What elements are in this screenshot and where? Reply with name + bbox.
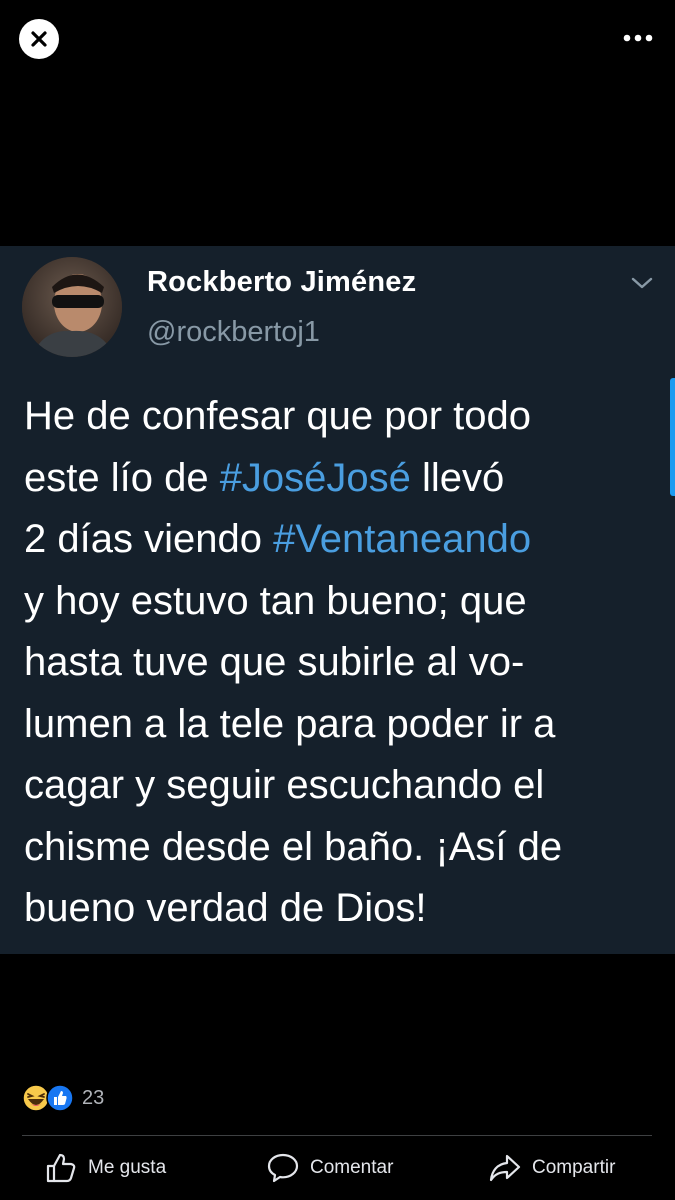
more-options-button[interactable] bbox=[623, 28, 653, 48]
tweet-text-segment: y hoy estuvo tan bueno; que bbox=[24, 578, 527, 623]
tweet-text-line: chisme desde el baño. ¡Así de bbox=[24, 817, 664, 879]
tweet-text-segment: llevó bbox=[410, 455, 505, 500]
tweet-text-segment: chisme desde el baño. ¡Así de bbox=[24, 824, 563, 869]
reaction-count: 23 bbox=[82, 1086, 105, 1109]
tweet-text-segment: hasta tuve que subirle al vo- bbox=[24, 640, 525, 684]
comment-label: Comentar bbox=[310, 1157, 394, 1178]
reactions-summary[interactable]: 23 bbox=[22, 1084, 104, 1112]
close-icon bbox=[31, 31, 47, 47]
like-button[interactable]: Me gusta bbox=[44, 1148, 166, 1188]
tweet-text-segment: este lío de bbox=[24, 455, 220, 500]
tweet-text-line: cagar y seguir escuchando el bbox=[24, 755, 664, 817]
tweet-text-line: lumen a la tele para poder ir a bbox=[24, 694, 664, 756]
tweet-text-line: 2 días viendo #Ventaneando bbox=[24, 509, 664, 571]
close-button[interactable] bbox=[19, 19, 59, 59]
tweet-text-segment: He de confesar que por todo bbox=[24, 394, 532, 438]
chevron-down-icon[interactable] bbox=[629, 272, 655, 294]
tweet-text-line: hasta tuve que subirle al vo- bbox=[24, 632, 664, 694]
author-handle[interactable]: @rockbertoj1 bbox=[147, 316, 320, 349]
more-horizontal-icon bbox=[623, 34, 653, 42]
reaction-icons bbox=[22, 1084, 78, 1112]
tweet-text-line: este lío de #JoséJosé llevó bbox=[24, 448, 664, 510]
hashtag-link[interactable]: #JoséJosé bbox=[220, 456, 411, 500]
author-name[interactable]: Rockberto Jiménez bbox=[147, 266, 416, 299]
tweet-text-line: He de confesar que por todo bbox=[24, 386, 664, 448]
like-label: Me gusta bbox=[88, 1157, 167, 1178]
scroll-indicator bbox=[670, 378, 675, 496]
tweet-text-segment: cagar y seguir escuchando el bbox=[24, 763, 545, 807]
tweet-text: He de confesar que por todo este lío de #… bbox=[24, 386, 664, 940]
comment-button[interactable]: Comentar bbox=[266, 1148, 393, 1188]
tweet-text-segment: bueno verdad de Dios! bbox=[24, 886, 427, 930]
hashtag-link[interactable]: #Ventaneando bbox=[273, 517, 531, 561]
share-icon bbox=[489, 1154, 521, 1182]
avatar[interactable] bbox=[22, 257, 122, 357]
tweet-text-segment: 2 días viendo bbox=[24, 517, 274, 561]
share-button[interactable]: Compartir bbox=[488, 1148, 615, 1188]
share-label: Compartir bbox=[532, 1157, 616, 1178]
tweet-text-line: bueno verdad de Dios! bbox=[24, 878, 664, 940]
tweet-text-segment: lumen a la tele para poder ir a bbox=[24, 701, 556, 746]
thumbs-up-icon bbox=[46, 1153, 76, 1183]
divider bbox=[22, 1135, 652, 1136]
comment-icon bbox=[267, 1153, 299, 1183]
tweet-text-line: y hoy estuvo tan bueno; que bbox=[24, 571, 664, 633]
like-reaction-icon bbox=[46, 1084, 74, 1112]
avatar-image bbox=[22, 257, 122, 357]
